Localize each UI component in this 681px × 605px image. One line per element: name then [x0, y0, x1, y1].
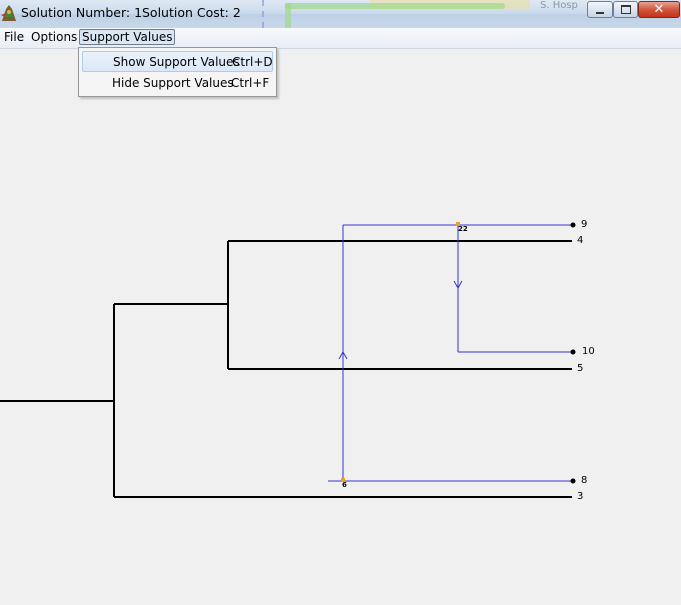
close-icon: ✕	[653, 2, 665, 17]
leaf-label-3: 3	[577, 491, 584, 502]
support-markers	[341, 222, 460, 482]
support-values-dropdown: Show Support Values Ctrl+D Hide Support …	[78, 47, 277, 97]
support-value-label: 6	[342, 481, 347, 489]
background-window-strip	[285, 3, 505, 9]
menu-item-shortcut: Ctrl+F	[231, 76, 270, 90]
minimize-button[interactable]	[587, 1, 613, 18]
menu-bar: File Options Support Values	[0, 28, 681, 49]
menu-options[interactable]: Options	[29, 29, 79, 45]
leaf-label-4: 4	[577, 235, 584, 246]
menu-item-hide-support-values[interactable]: Hide Support Values Ctrl+F	[82, 73, 273, 94]
menu-item-label: Show Support Values	[113, 55, 240, 69]
species-tree	[0, 240, 572, 498]
app-icon[interactable]	[0, 3, 18, 23]
leaf-dot-8	[570, 478, 576, 484]
background-window-strip-vertical	[285, 3, 291, 28]
leaf-dot-10	[570, 349, 576, 355]
maximize-button[interactable]	[613, 1, 638, 18]
solution-number-label: Solution Number: 1	[21, 5, 143, 20]
minimize-icon	[596, 11, 604, 14]
background-window-dashed-line	[262, 0, 268, 28]
menu-file[interactable]: File	[2, 29, 26, 45]
close-button[interactable]: ✕	[638, 1, 680, 18]
leaf-dots	[570, 222, 576, 484]
background-window-text: S. Hosp	[540, 0, 578, 11]
leaf-label-5: 5	[577, 363, 584, 374]
title-bar: S. Hosp Solution Number: 1 Solution Cost…	[0, 0, 681, 28]
support-value-label: 22	[458, 225, 468, 233]
transfer-edges	[328, 224, 572, 482]
leaf-label-8: 8	[581, 475, 588, 486]
leaf-dot-9	[570, 222, 576, 228]
maximize-icon	[620, 5, 631, 14]
menu-item-show-support-values[interactable]: Show Support Values Ctrl+D	[82, 51, 273, 72]
leaf-label-9: 9	[581, 219, 588, 230]
menu-item-shortcut: Ctrl+D	[232, 55, 273, 69]
menu-item-label: Hide Support Values	[112, 76, 234, 90]
leaf-label-10: 10	[582, 346, 595, 357]
menu-support-values[interactable]: Support Values	[79, 29, 176, 45]
solution-cost-label: Solution Cost: 2	[142, 5, 241, 20]
